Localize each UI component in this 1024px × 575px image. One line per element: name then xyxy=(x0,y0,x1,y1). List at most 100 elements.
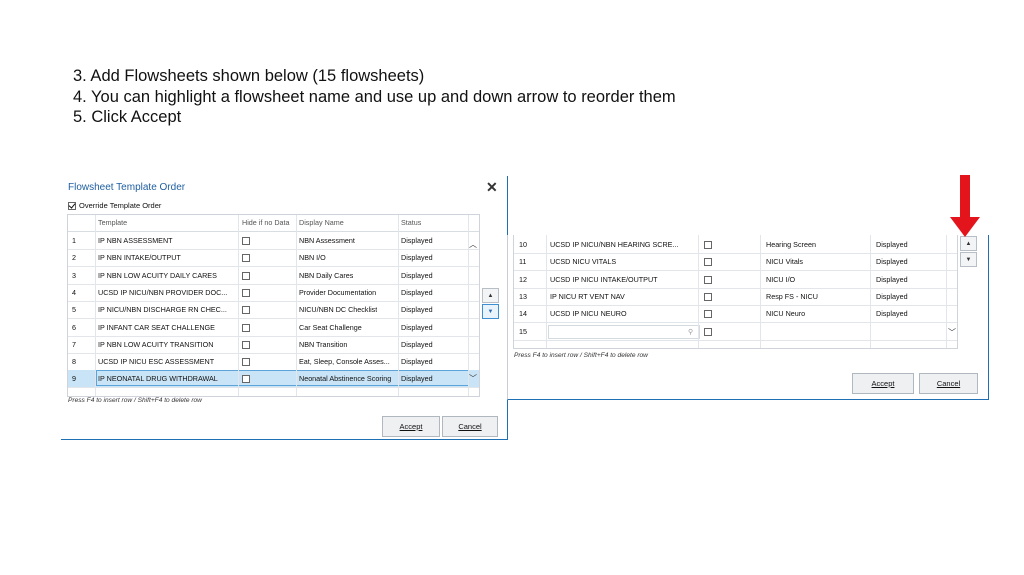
table-row[interactable]: 9 IP NEONATAL DRUG WITHDRAWAL Neonatal Abs… xyxy=(68,370,479,389)
display-name: Hearing Screen xyxy=(766,240,816,249)
hide-if-no-data-checkbox[interactable] xyxy=(242,237,250,245)
template-name: UCSD IP NICU/NBN PROVIDER DOC... xyxy=(98,287,228,297)
flowsheet-grid: Template Hide if no Data Display Name St… xyxy=(67,214,480,397)
insert-delete-hint: Press F4 to insert row / Shift+F4 to del… xyxy=(514,352,648,359)
hide-if-no-data-checkbox[interactable] xyxy=(242,358,250,367)
up-arrow-icon: ▲ xyxy=(487,292,494,299)
hide-if-no-data-checkbox[interactable] xyxy=(242,306,250,315)
row-number: 2 xyxy=(72,253,76,263)
template-name: IP NBN LOW ACUITY TRANSITION xyxy=(98,339,214,349)
insert-delete-hint: Press F4 to insert row / Shift+F4 to del… xyxy=(68,397,202,404)
template-name: IP NICU RT VENT NAV xyxy=(550,291,625,301)
cancel-button[interactable]: Cancel xyxy=(442,416,498,437)
flowsheet-template-order-dialog: Flowsheet Template Order ✕ Override Temp… xyxy=(61,176,508,440)
row-number: 14 xyxy=(519,309,527,319)
template-name: UCSD IP NICU INTAKE/OUTPUT xyxy=(550,274,658,284)
display-name: NICU I/O xyxy=(766,274,796,284)
hide-if-no-data-checkbox[interactable] xyxy=(704,310,712,319)
hide-if-no-data-checkbox[interactable] xyxy=(704,241,712,249)
status: Displayed xyxy=(401,374,433,384)
accept-button[interactable]: Accept xyxy=(382,416,440,437)
status: Displayed xyxy=(876,291,908,301)
display-name: NICU/NBN DC Checklist xyxy=(299,305,378,315)
down-arrow-icon: ▼ xyxy=(487,308,494,315)
table-row[interactable]: 13 IP NICU RT VENT NAV Resp FS - NICU Displ… xyxy=(514,288,957,306)
hide-if-no-data-checkbox[interactable] xyxy=(242,375,250,384)
template-name: IP NBN ASSESSMENT xyxy=(98,236,173,245)
cancel-button[interactable]: Cancel xyxy=(919,373,978,394)
display-name: NBN I/O xyxy=(299,253,326,263)
move-down-button[interactable]: ▼ xyxy=(482,304,499,319)
display-name: Resp FS - NICU xyxy=(766,291,818,301)
table-row[interactable]: 11 UCSD NICU VITALS NICU Vitals Displayed xyxy=(514,253,957,272)
grid-header: Template Hide if no Data Display Name St… xyxy=(68,215,479,232)
col-display-name: Display Name xyxy=(299,218,344,227)
row-number: 5 xyxy=(72,305,76,315)
status: Displayed xyxy=(401,287,433,297)
display-name: NBN Daily Cares xyxy=(299,270,354,280)
table-row[interactable]: 10 UCSD IP NICU/NBN HEARING SCRE... Hearin… xyxy=(514,236,957,254)
template-input[interactable] xyxy=(548,324,700,339)
move-up-button[interactable]: ▲ xyxy=(960,236,977,251)
template-name: UCSD NICU VITALS xyxy=(550,257,617,267)
table-row[interactable]: 6 IP INFANT CAR SEAT CHALLENGE Car Seat Ch… xyxy=(68,319,479,337)
row-number: 10 xyxy=(519,240,527,249)
hide-if-no-data-checkbox[interactable] xyxy=(242,254,250,263)
dialog-title: Flowsheet Template Order xyxy=(68,182,186,193)
cancel-label: Cancel xyxy=(458,422,482,431)
status: Displayed xyxy=(401,270,433,280)
row-number: 12 xyxy=(519,274,527,284)
hide-if-no-data-checkbox[interactable] xyxy=(704,275,712,284)
row-number: 7 xyxy=(72,339,76,349)
table-row[interactable]: 4 UCSD IP NICU/NBN PROVIDER DOC... Provide… xyxy=(68,284,479,302)
row-number: 13 xyxy=(519,291,527,301)
status: Displayed xyxy=(401,339,433,349)
status: Displayed xyxy=(876,274,908,284)
table-row[interactable]: 7 IP NBN LOW ACUITY TRANSITION NBN Transit… xyxy=(68,336,479,354)
table-row[interactable]: 12 UCSD IP NICU INTAKE/OUTPUT NICU I/O Disp… xyxy=(514,271,957,289)
hide-if-no-data-checkbox[interactable] xyxy=(704,258,712,267)
move-down-button[interactable]: ▼ xyxy=(960,252,977,267)
override-checkbox[interactable] xyxy=(68,201,76,210)
table-row[interactable]: 3 IP NBN LOW ACUITY DAILY CARES NBN Daily … xyxy=(68,267,479,285)
row-number: 11 xyxy=(519,257,527,267)
close-icon[interactable]: ✕ xyxy=(486,179,498,196)
scroll-down-icon[interactable]: ﹀ xyxy=(948,327,956,338)
hide-if-no-data-checkbox[interactable] xyxy=(704,327,712,336)
col-hide-if-no-data: Hide if no Data xyxy=(242,218,290,227)
table-row[interactable]: 2 IP NBN INTAKE/OUTPUT NBN I/O Displayed xyxy=(68,249,479,268)
up-arrow-icon: ▲ xyxy=(965,240,972,247)
status: Displayed xyxy=(401,322,433,332)
table-row[interactable]: 8 UCSD IP NICU ESC ASSESSMENT Eat, Sleep, … xyxy=(68,353,479,372)
accept-button[interactable]: Accept xyxy=(852,373,914,394)
display-name: Eat, Sleep, Console Asses... xyxy=(299,357,390,367)
hide-if-no-data-checkbox[interactable] xyxy=(242,271,250,280)
table-row[interactable]: 15 ⚲ xyxy=(514,323,957,341)
move-up-button[interactable]: ▲ xyxy=(482,288,499,303)
template-name: IP INFANT CAR SEAT CHALLENGE xyxy=(98,322,215,332)
hide-if-no-data-checkbox[interactable] xyxy=(242,288,250,297)
table-row[interactable]: 5 IP NICU/NBN DISCHARGE RN CHEC... NICU/NB… xyxy=(68,301,479,320)
row-number: 15 xyxy=(519,326,527,336)
hide-if-no-data-checkbox[interactable] xyxy=(242,340,250,349)
template-name: UCSD IP NICU/NBN HEARING SCRE... xyxy=(550,240,679,249)
row-number: 8 xyxy=(72,357,76,367)
status: Displayed xyxy=(401,236,433,245)
scroll-up-icon[interactable]: ︿ xyxy=(469,239,477,250)
template-name: IP NICU/NBN DISCHARGE RN CHEC... xyxy=(98,305,227,315)
table-row[interactable]: 14 UCSD IP NICU NEURO NICU Neuro Displayed xyxy=(514,305,957,324)
hide-if-no-data-checkbox[interactable] xyxy=(242,323,250,332)
scroll-down-icon[interactable]: ﹀ xyxy=(469,373,477,384)
accept-label: Accept xyxy=(399,422,423,431)
override-template-order[interactable]: Override Template Order xyxy=(68,201,161,210)
row-number: 4 xyxy=(72,287,76,297)
hide-if-no-data-checkbox[interactable] xyxy=(704,292,712,301)
status: Displayed xyxy=(401,305,433,315)
status: Displayed xyxy=(876,240,908,249)
row-number: 3 xyxy=(72,270,76,280)
row-number: 1 xyxy=(72,236,76,245)
flowsheet-grid-scrolled: 10 UCSD IP NICU/NBN HEARING SCRE... Hearin… xyxy=(513,235,958,349)
template-name: IP NEONATAL DRUG WITHDRAWAL xyxy=(98,374,218,384)
table-row[interactable]: 1 IP NBN ASSESSMENT NBN Assessment Displaye… xyxy=(68,232,479,250)
display-name: NBN Transition xyxy=(299,339,348,349)
